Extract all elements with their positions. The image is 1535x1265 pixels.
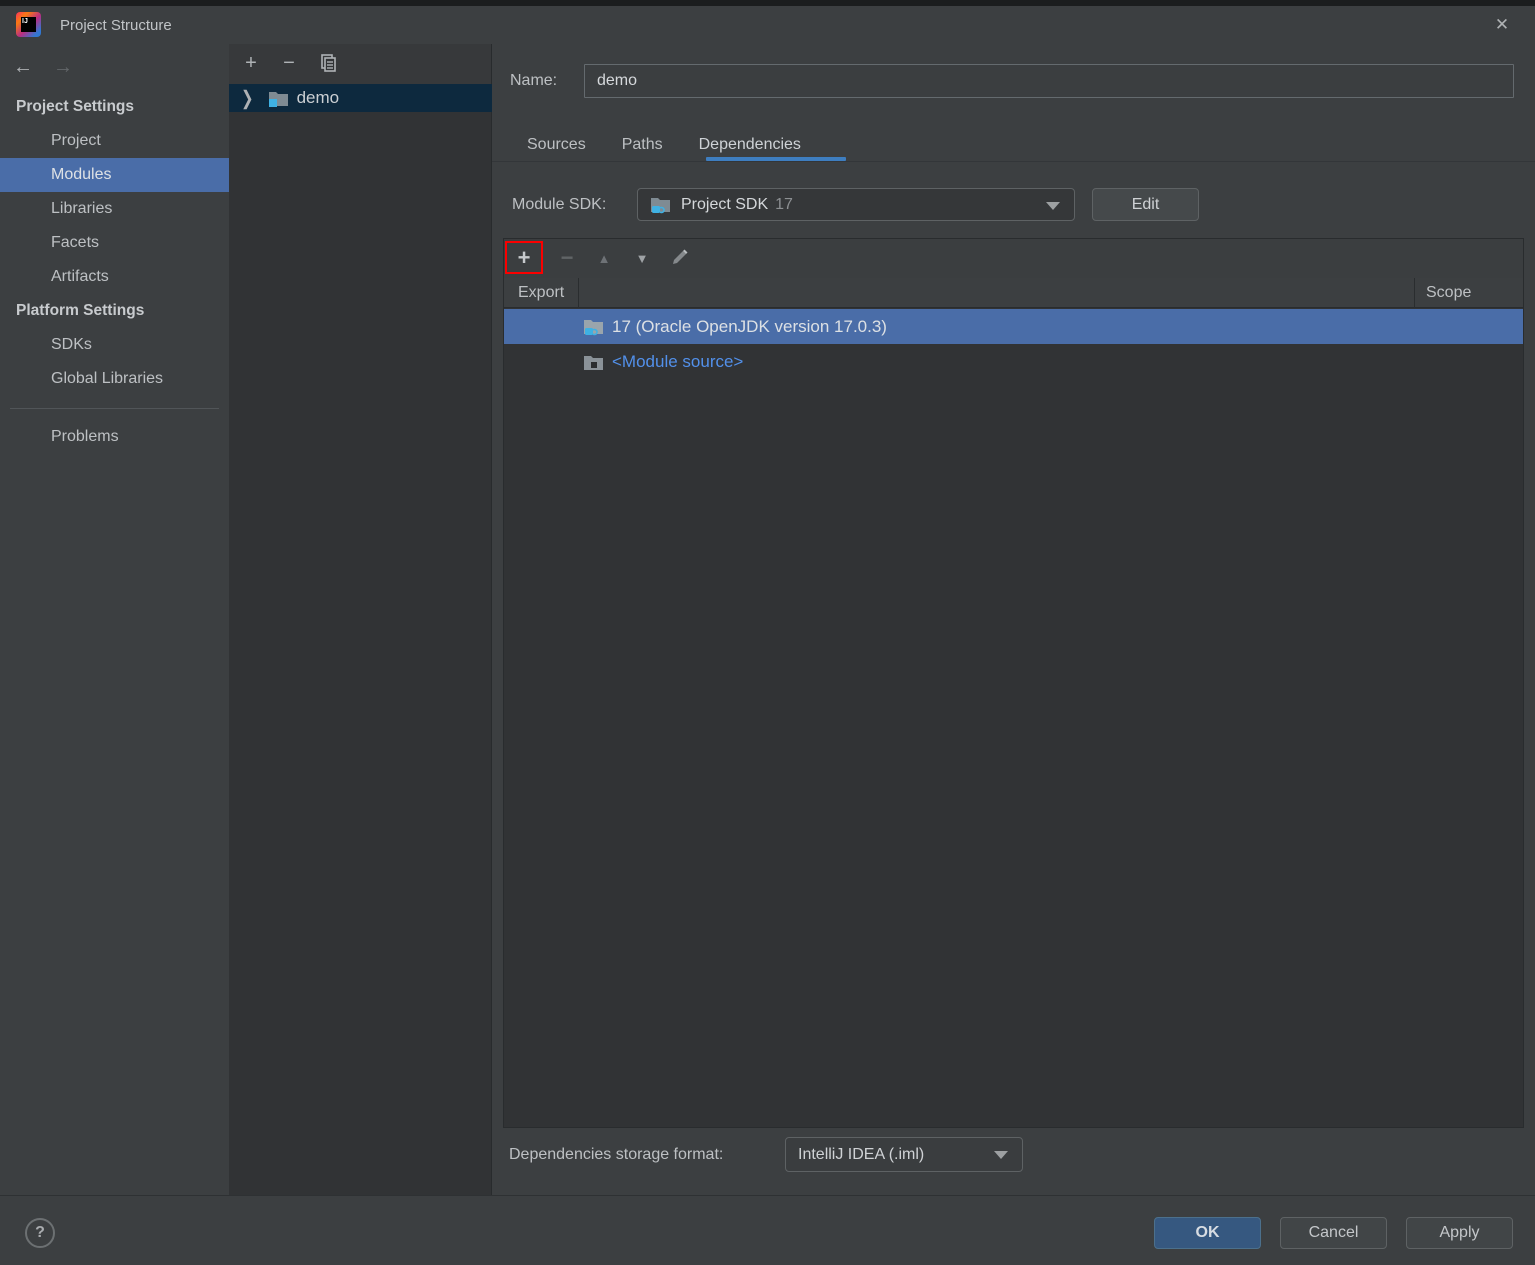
dependency-label: <Module source> bbox=[612, 351, 744, 371]
chevron-down-icon bbox=[994, 1151, 1008, 1159]
chevron-down-icon bbox=[1046, 202, 1060, 210]
module-sdk-label: Module SDK: bbox=[512, 195, 607, 213]
storage-format-dropdown[interactable]: IntelliJ IDEA (.iml) bbox=[785, 1137, 1023, 1172]
column-divider bbox=[1414, 278, 1415, 308]
sidebar-item-libraries[interactable]: Libraries bbox=[0, 192, 229, 226]
tab-paths[interactable]: Paths bbox=[622, 128, 663, 161]
module-source-folder-icon bbox=[583, 353, 604, 371]
jdk-folder-icon bbox=[650, 196, 671, 214]
dependency-row-jdk[interactable]: 17 (Oracle OpenJDK version 17.0.3) bbox=[504, 309, 1523, 344]
sidebar-item-problems[interactable]: Problems bbox=[0, 420, 229, 454]
section-header-project-settings: Project Settings bbox=[16, 98, 134, 115]
jdk-folder-icon bbox=[583, 318, 604, 336]
history-nav: ← → bbox=[0, 44, 229, 90]
dependencies-table-header: Export Scope bbox=[504, 278, 1523, 308]
tree-toolbar: + − bbox=[229, 44, 491, 84]
dependency-row-module-source[interactable]: <Module source> bbox=[504, 344, 1523, 379]
sidebar-item-sdks[interactable]: SDKs bbox=[0, 328, 229, 362]
sidebar-item-modules[interactable]: Modules bbox=[0, 158, 229, 192]
module-sdk-value: Project SDK bbox=[681, 195, 769, 213]
dependency-label: 17 (Oracle OpenJDK version 17.0.3) bbox=[612, 316, 887, 336]
module-folder-icon bbox=[268, 89, 289, 107]
close-icon[interactable]: ✕ bbox=[1487, 6, 1517, 44]
add-dependency-highlight-box: + bbox=[505, 241, 543, 274]
edit-pencil-icon[interactable] bbox=[666, 244, 692, 272]
back-arrow-icon[interactable]: ← bbox=[13, 53, 33, 81]
dependencies-widget: + − ▲ ▼ Export Scope 17 (Oracle OpenJDK … bbox=[503, 238, 1524, 1128]
module-sdk-dropdown[interactable]: Project SDK 17 bbox=[637, 188, 1075, 221]
modules-tree-panel: + − ❯ demo bbox=[229, 44, 492, 1195]
add-module-icon[interactable]: + bbox=[237, 49, 265, 77]
cancel-button[interactable]: Cancel bbox=[1280, 1217, 1387, 1249]
dependencies-toolbar: + − ▲ ▼ bbox=[504, 239, 1523, 278]
remove-dependency-icon[interactable]: − bbox=[554, 244, 580, 272]
module-name-input[interactable] bbox=[584, 64, 1514, 98]
tab-sources[interactable]: Sources bbox=[527, 128, 586, 161]
sidebar-item-facets[interactable]: Facets bbox=[0, 226, 229, 260]
apply-button[interactable]: Apply bbox=[1406, 1217, 1513, 1249]
remove-module-icon[interactable]: − bbox=[275, 49, 303, 77]
dialog-footer: ? OK Cancel Apply bbox=[0, 1195, 1535, 1265]
tabs-divider bbox=[492, 161, 1535, 162]
dialog-title: Project Structure bbox=[60, 16, 172, 34]
dialog-titlebar: IJ Project Structure ✕ bbox=[0, 6, 1535, 44]
module-sdk-version: 17 bbox=[775, 195, 793, 213]
copy-module-icon[interactable] bbox=[314, 49, 342, 77]
tree-node-label: demo bbox=[296, 88, 340, 107]
intellij-logo-icon: IJ bbox=[16, 12, 41, 37]
move-down-icon[interactable]: ▼ bbox=[629, 244, 655, 272]
move-up-icon[interactable]: ▲ bbox=[591, 244, 617, 272]
column-export: Export bbox=[518, 284, 565, 301]
edit-sdk-button[interactable]: Edit bbox=[1092, 188, 1199, 221]
column-scope: Scope bbox=[1426, 284, 1472, 301]
tree-node-demo[interactable]: ❯ demo bbox=[229, 84, 492, 112]
storage-format-label: Dependencies storage format: bbox=[509, 1145, 724, 1163]
module-editor-panel: Name: Sources Paths Dependencies Module … bbox=[492, 44, 1535, 1195]
sidebar-item-project[interactable]: Project bbox=[0, 124, 229, 158]
column-divider bbox=[578, 278, 579, 308]
ok-button[interactable]: OK bbox=[1154, 1217, 1261, 1249]
storage-format-value: IntelliJ IDEA (.iml) bbox=[798, 1145, 925, 1163]
add-dependency-icon[interactable]: + bbox=[518, 246, 531, 269]
sidebar-divider bbox=[10, 408, 219, 409]
help-button[interactable]: ? bbox=[25, 1218, 55, 1248]
name-label: Name: bbox=[510, 72, 558, 89]
chevron-right-icon[interactable]: ❯ bbox=[241, 86, 254, 110]
sidebar-item-global-libraries[interactable]: Global Libraries bbox=[0, 362, 229, 396]
sidebar-item-artifacts[interactable]: Artifacts bbox=[0, 260, 229, 294]
settings-sidebar: ← → Project Settings Project Modules Lib… bbox=[0, 44, 229, 1195]
forward-arrow-icon: → bbox=[53, 56, 73, 78]
section-header-platform-settings: Platform Settings bbox=[16, 302, 145, 319]
